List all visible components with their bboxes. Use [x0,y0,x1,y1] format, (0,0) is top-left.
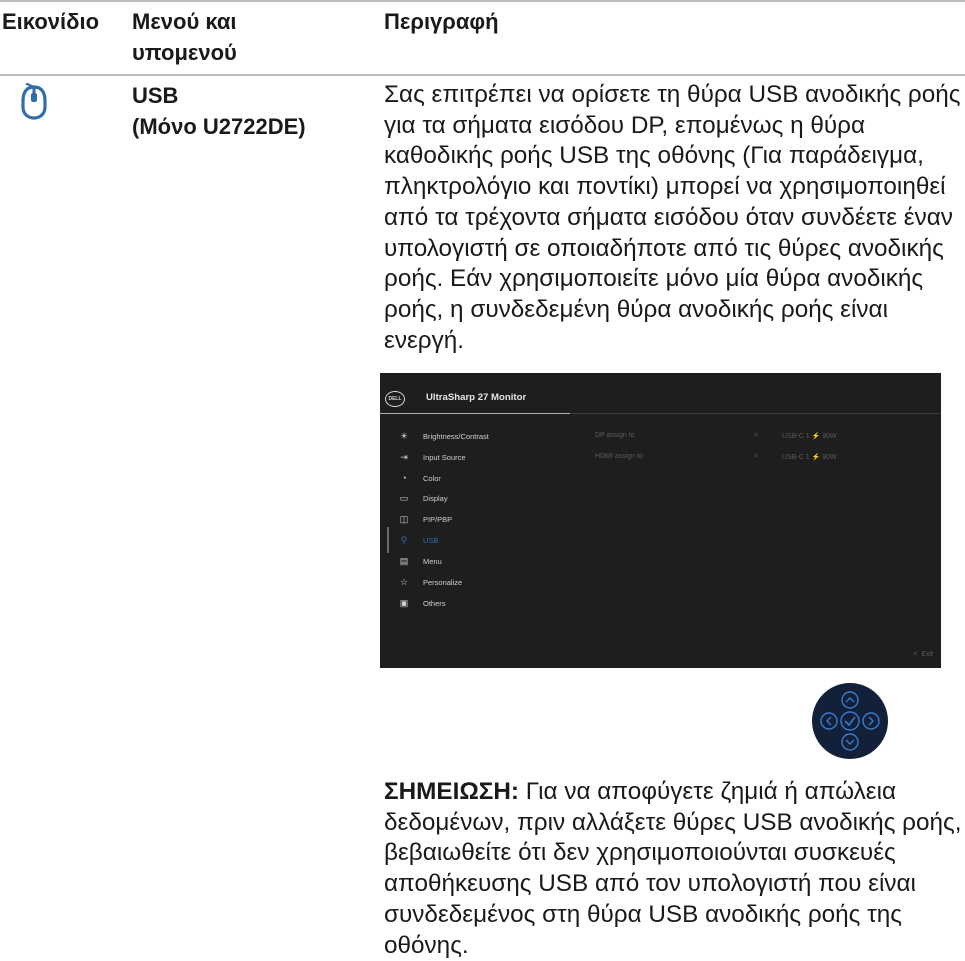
sun-icon: ☀ [399,431,409,441]
others-icon: ▣ [399,598,409,608]
osd-exit-label: Exit [921,651,933,658]
table-header-rule [0,74,965,76]
osd-item-label: Input Source [423,453,466,462]
palette-icon: ◔ [401,473,407,483]
joystick-buttons [820,691,880,751]
joystick-ok-icon [840,711,860,731]
display-icon: ▭ [399,493,409,503]
osd-item-label: Brightness/Contrast [423,432,489,441]
osd-item-label: Personalize [423,578,463,587]
joystick-down-icon [841,733,859,751]
osd-item-label: Others [423,599,446,608]
note: ΣΗΜΕΙΩΣΗ: Για να αποφύγετε ζημιά ή απώλε… [384,777,964,961]
input-source-icon: ⇥ [400,452,408,462]
osd-active-indicator [387,527,389,553]
joystick-icon [812,683,888,759]
header-menu-column: Μενού και υπομενού [132,9,237,65]
note-label: ΣΗΜΕΙΩΣΗ: [384,778,520,805]
osd-item-label: Menu [423,557,442,566]
menu-icon: ▤ [399,556,409,566]
usb-icon: ⚲ [400,535,408,545]
usb-mouse-icon [21,83,47,120]
osd-item-label: USB [423,536,439,545]
menu-title: USB (Μόνο U2722DE) [132,80,306,142]
osd-divider-highlight [380,413,570,414]
header-icon-column: Εικονίδιο [2,9,100,34]
table-top-rule [0,0,965,2]
dell-logo-icon: DELL [385,391,405,407]
osd-setting-dp-value: USB-C 1 ⚡ 90W [782,433,837,440]
joystick-right-icon [862,712,880,730]
joystick-left-icon [820,712,838,730]
chevron-right-icon: > [754,453,759,460]
joystick-up-icon [841,691,859,709]
osd-setting-dp-label[interactable]: DP assign to [595,432,635,439]
pip-icon: ◫ [399,514,409,524]
osd-header: DELL UltraSharp 27 Monitor [380,373,941,413]
chevron-right-icon: > [754,432,759,439]
header-description-column: Περιγραφή [384,9,499,34]
menu-title-line2: (Μόνο U2722DE) [132,114,306,139]
osd-item-label: Display [423,494,448,503]
chevron-left-icon: < [913,651,918,658]
table-header: Εικονίδιο Μενού και υπομενού Περιγραφή [0,6,965,74]
osd-item-label: Color [423,474,441,483]
menu-title-line1: USB [132,83,179,108]
osd-exit-button[interactable]: < Exit [913,651,933,658]
osd-screenshot: DELL UltraSharp 27 Monitor ☀ Brightness/… [380,373,941,668]
description-text: Σας επιτρέπει να ορίσετε τη θύρα USB ανο… [384,81,961,354]
star-icon: ☆ [399,577,409,587]
note-text: Για να αποφύγετε ζημιά ή απώλεια δεδομέν… [384,778,962,959]
osd-setting-hdmi-value: USB-C 1 ⚡ 90W [782,454,837,461]
osd-title: UltraSharp 27 Monitor [426,392,527,403]
osd-setting-hdmi-label[interactable]: HDMI assign to [595,453,643,460]
osd-item-label: PIP/PBP [423,515,453,524]
